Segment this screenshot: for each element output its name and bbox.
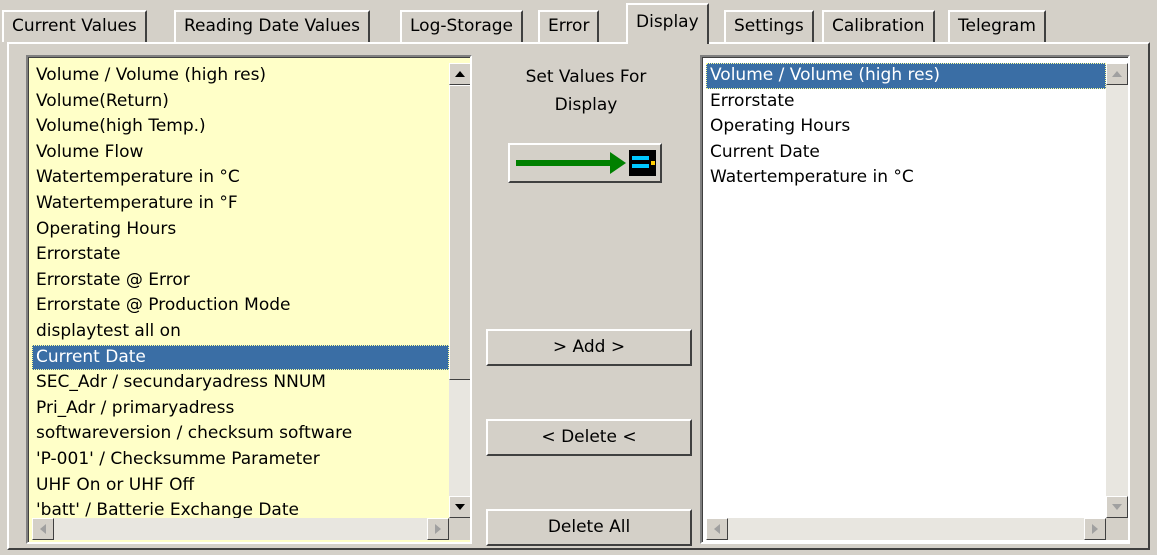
list-item[interactable]: UHF On or UHF Off [32, 473, 449, 499]
scroll-thumb[interactable] [449, 85, 470, 380]
list-item[interactable]: Current Date [706, 140, 1106, 166]
list-item[interactable]: softwareversion / checksum software [32, 421, 449, 447]
tab-telegram[interactable]: Telegram [948, 10, 1046, 42]
list-item[interactable]: Watertemperature in °C [32, 165, 449, 191]
arrow-up-icon [1112, 71, 1122, 77]
list-item[interactable]: Volume / Volume (high res) [706, 63, 1106, 89]
list-item[interactable]: 'P-001' / Checksumme Parameter [32, 447, 449, 473]
available-values-items: Volume / Volume (high res) Volume(Return)… [32, 63, 449, 518]
horizontal-scrollbar[interactable] [32, 518, 449, 540]
delete-button[interactable]: < Delete < [486, 419, 692, 456]
tab-reading-date-values[interactable]: Reading Date Values [174, 10, 370, 42]
tab-error[interactable]: Error [538, 10, 600, 42]
list-item[interactable]: 'batt' / Batterie Exchange Date [32, 498, 449, 518]
arrow-to-display-icon [516, 150, 656, 176]
list-item[interactable]: Volume(high Temp.) [32, 114, 449, 140]
list-item[interactable]: Volume(Return) [32, 89, 449, 115]
set-values-caption: Set Values For Display [486, 63, 686, 119]
caption-line-2: Display [554, 95, 618, 115]
scroll-down-button[interactable] [449, 496, 470, 518]
list-item[interactable]: Errorstate @ Production Mode [32, 293, 449, 319]
scroll-down-button[interactable] [1106, 496, 1128, 518]
scroll-up-button[interactable] [1106, 63, 1128, 85]
scroll-right-button[interactable] [427, 518, 449, 540]
available-values-list[interactable]: Volume / Volume (high res) Volume(Return)… [26, 55, 472, 544]
tab-log-storage[interactable]: Log-Storage [400, 10, 524, 42]
display-values-items: Volume / Volume (high res) Errorstate Oper… [706, 63, 1106, 518]
list-item[interactable]: Current Date [32, 344, 449, 371]
scrollbar-corner [1106, 518, 1128, 540]
arrow-down-icon [455, 504, 465, 510]
arrow-left-icon [40, 524, 46, 534]
list-item[interactable]: SEC_Adr / secundaryadress NNUM [32, 370, 449, 396]
arrow-right-icon [435, 524, 441, 534]
display-values-list[interactable]: Volume / Volume (high res) Errorstate Oper… [700, 55, 1130, 544]
arrow-right-icon [1092, 524, 1098, 534]
arrow-left-icon [714, 524, 720, 534]
list-item[interactable]: Errorstate [32, 242, 449, 268]
list-item[interactable]: displaytest all on [32, 319, 449, 345]
list-item[interactable]: Errorstate @ Error [32, 268, 449, 294]
tab-display[interactable]: Display [626, 3, 709, 44]
tab-current-values[interactable]: Current Values [2, 10, 147, 42]
set-display-button[interactable] [508, 143, 662, 183]
list-item[interactable]: Watertemperature in °F [32, 191, 449, 217]
vertical-scrollbar[interactable] [1106, 63, 1128, 518]
add-button[interactable]: > Add > [486, 329, 692, 366]
list-item[interactable]: Errorstate [706, 89, 1106, 115]
tab-settings[interactable]: Settings [724, 10, 814, 42]
list-item[interactable]: Pri_Adr / primaryadress [32, 396, 449, 422]
scroll-up-button[interactable] [449, 63, 470, 85]
tab-calibration[interactable]: Calibration [822, 10, 935, 42]
list-item[interactable]: Watertemperature in °C [706, 165, 1106, 191]
arrow-up-icon [455, 71, 465, 77]
delete-all-button[interactable]: Delete All [486, 509, 692, 546]
arrow-down-icon [1112, 504, 1122, 510]
list-item[interactable]: Operating Hours [706, 114, 1106, 140]
list-item[interactable]: Volume Flow [32, 140, 449, 166]
scroll-left-button[interactable] [706, 518, 728, 540]
scrollbar-corner [449, 518, 470, 540]
list-item[interactable]: Volume / Volume (high res) [32, 63, 449, 89]
scroll-right-button[interactable] [1084, 518, 1106, 540]
vertical-scrollbar[interactable] [449, 63, 470, 518]
caption-line-1: Set Values For [525, 67, 647, 87]
tab-strip: Current Values Reading Date Values Log-S… [0, 0, 1157, 44]
scroll-left-button[interactable] [32, 518, 54, 540]
list-item[interactable]: Operating Hours [32, 217, 449, 243]
horizontal-scrollbar[interactable] [706, 518, 1106, 540]
